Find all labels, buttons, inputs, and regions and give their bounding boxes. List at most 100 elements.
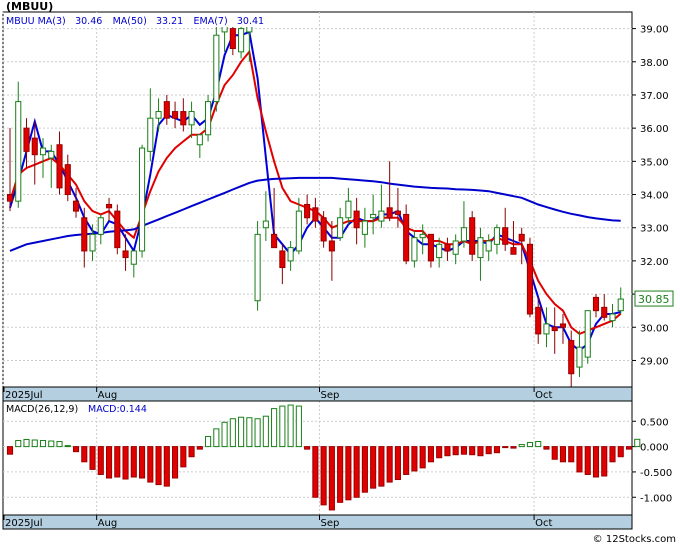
candle-body <box>304 203 311 219</box>
legend-symbol: MBUU <box>6 16 35 27</box>
macd-bar <box>568 446 575 463</box>
macd-bar <box>551 446 558 460</box>
candle-body <box>584 310 591 358</box>
price-axis-label: 39.00 <box>640 25 669 36</box>
macd-bar <box>403 446 410 475</box>
macd-bar <box>254 418 261 448</box>
macd-bar <box>238 416 245 448</box>
price-axis-label: 37.00 <box>640 91 669 102</box>
macd-date-label: Sep <box>321 518 340 529</box>
macd-bar <box>625 446 633 450</box>
copyright-text: © 12Stocks.com <box>592 534 676 545</box>
macd-bar <box>196 446 203 450</box>
candle-body <box>411 237 418 262</box>
macd-bar <box>279 405 286 448</box>
macd-bar <box>130 446 137 478</box>
candle-body <box>39 147 47 156</box>
macd-bar <box>444 446 451 457</box>
candle-body <box>576 346 583 368</box>
macd-bar <box>295 405 302 448</box>
macd-bar <box>328 446 335 511</box>
candle-body <box>56 144 63 189</box>
macd-axis-label: 0.500 <box>640 417 669 428</box>
macd-bar <box>64 445 71 448</box>
macd-bar <box>609 446 616 463</box>
macd-bar <box>147 446 154 483</box>
macd-bar <box>345 446 352 501</box>
candle-body <box>48 150 55 159</box>
price-axis-label: 36.00 <box>640 124 669 135</box>
macd-axis-label: -1.000 <box>640 493 672 504</box>
macd-bar <box>592 446 600 478</box>
candle-body <box>502 227 509 245</box>
candle-body <box>535 306 542 335</box>
legend-ma50-value: 33.21 <box>156 16 183 27</box>
macd-bar <box>105 446 113 479</box>
candle-body <box>592 296 600 312</box>
macd-bar <box>559 446 567 463</box>
candle-body <box>609 313 616 322</box>
macd-bar <box>617 446 624 458</box>
candle-body <box>254 233 261 302</box>
macd-bar <box>427 446 434 463</box>
price-axis-label: 35.00 <box>640 157 669 168</box>
price-panel-frame <box>2 11 633 402</box>
candle-body <box>295 210 302 252</box>
candle-body <box>312 207 319 222</box>
macd-bar <box>48 440 55 448</box>
stock-chart: 29.0030.0031.0032.0033.0034.0035.0036.00… <box>2 11 674 530</box>
candle-body <box>72 200 80 212</box>
macd-date-label: 2025Jul <box>5 518 43 529</box>
price-axis-label: 29.00 <box>640 356 669 367</box>
macd-bar <box>163 446 170 487</box>
macd-bar <box>72 446 80 453</box>
macd-bar <box>386 446 393 483</box>
macd-bar <box>23 439 30 448</box>
candle-body <box>6 194 14 202</box>
candle-body <box>130 250 137 265</box>
candle-body <box>172 111 179 119</box>
candle-body <box>155 111 162 119</box>
candle-body <box>559 323 567 328</box>
candle-body <box>15 101 22 202</box>
macd-bar <box>180 446 187 468</box>
macd-bar <box>394 446 401 481</box>
macd-bar <box>510 446 517 449</box>
last-price-label: 30.85 <box>638 293 670 306</box>
macd-bar <box>56 441 63 448</box>
candle-body <box>444 243 451 252</box>
candle-body <box>452 240 459 255</box>
macd-bar <box>205 435 212 448</box>
candle-body <box>427 233 434 262</box>
candle-body <box>485 240 492 252</box>
macd-bar <box>452 446 459 456</box>
legend-ema7-value: 30.41 <box>237 16 264 27</box>
macd-bar <box>493 446 501 454</box>
candle-body <box>543 323 550 335</box>
candle-body <box>287 247 294 262</box>
macd-axis-label: -0.500 <box>640 468 672 479</box>
macd-bar <box>526 442 534 448</box>
candle-body <box>97 217 104 235</box>
date-label: Oct <box>535 390 552 401</box>
macd-bar <box>411 446 418 472</box>
macd-bar <box>320 446 327 506</box>
macd-date-label: Oct <box>535 518 552 529</box>
macd-bar <box>518 444 525 448</box>
candle-body <box>213 34 220 103</box>
macd-legend-value: MACD:0.144 <box>88 404 147 415</box>
macd-date-label: Aug <box>98 518 118 529</box>
price-axis-label: 32.00 <box>640 257 669 268</box>
macd-bar <box>502 446 509 449</box>
candle-body <box>320 217 327 242</box>
candle-body <box>188 111 195 126</box>
candle-body <box>163 101 170 119</box>
candle-body <box>568 340 575 375</box>
macd-bar <box>31 439 38 448</box>
candle-body <box>518 233 525 242</box>
date-label: Aug <box>98 390 118 401</box>
macd-bar <box>601 446 608 477</box>
macd-bar <box>188 446 195 458</box>
candle-body <box>328 240 335 252</box>
candle-body <box>205 101 212 136</box>
